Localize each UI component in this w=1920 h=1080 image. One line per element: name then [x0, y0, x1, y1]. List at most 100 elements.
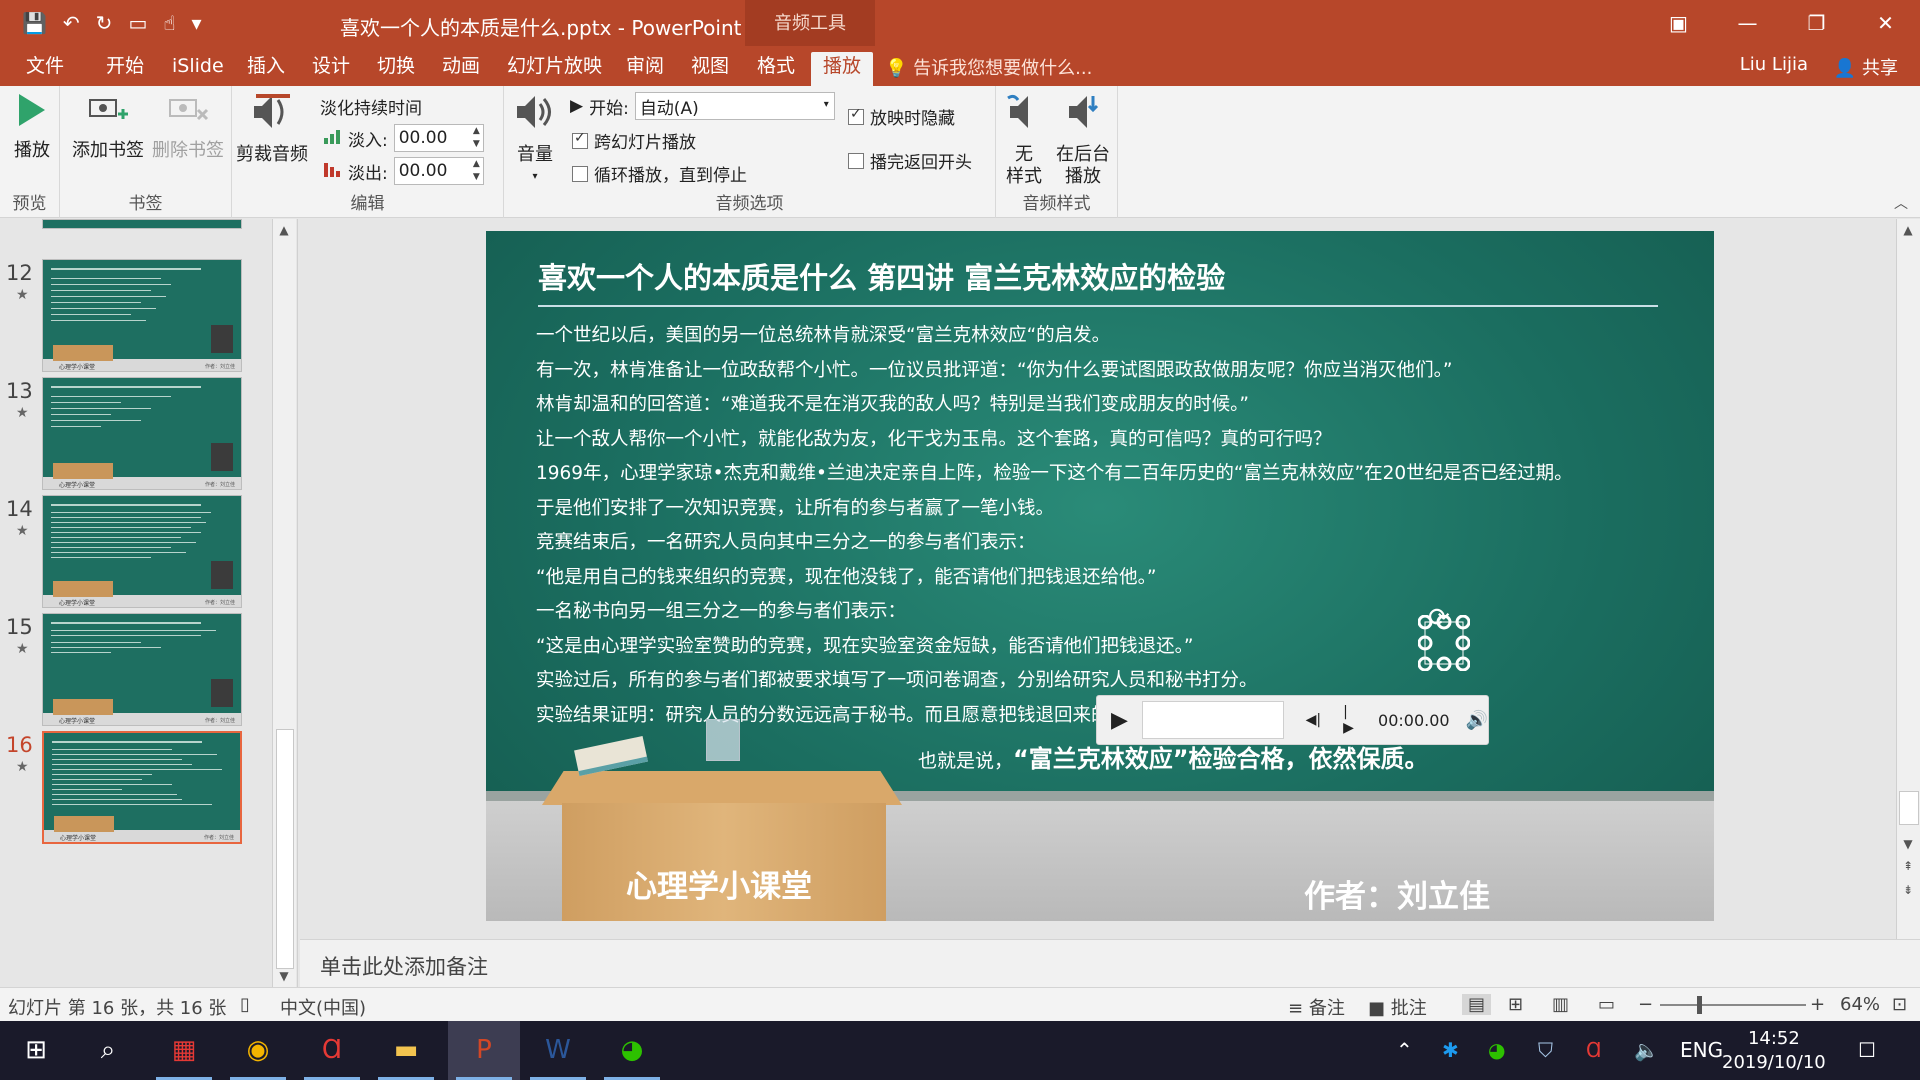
add-bookmark-button[interactable]: 添加书签 [70, 92, 146, 162]
loop-row[interactable]: 循环播放，直到停止 [572, 161, 747, 186]
player-forward-icon[interactable]: |▶ [1343, 704, 1356, 736]
slide-thumbnail-selected[interactable]: 心理学小课堂 作者：刘立佳 [42, 731, 242, 844]
normal-view-icon[interactable]: ▤ [1462, 994, 1492, 1015]
security-shield-icon[interactable]: ⛉ [1538, 1021, 1553, 1080]
zoom-in-icon[interactable]: + [1810, 994, 1825, 1015]
collapse-ribbon-icon[interactable]: ︿ [1894, 193, 1908, 213]
player-back-icon[interactable]: ◀| [1306, 712, 1321, 728]
play-in-background-button[interactable]: 在后台 播放 [1052, 92, 1114, 188]
across-slides-row[interactable]: 跨幻灯片播放 [572, 128, 696, 153]
tab-review[interactable]: 审阅 [626, 52, 664, 86]
trim-audio-button[interactable]: 剪裁音频 [234, 92, 310, 166]
scrollbar-thumb[interactable] [1899, 791, 1919, 825]
current-slide[interactable]: 喜欢一个人的本质是什么 第四讲 富兰克林效应的检验 一个世纪以后，美国的另一位总… [486, 231, 1714, 921]
editor-scrollbar[interactable]: ▲ ▼ ⇞ ⇟ [1896, 219, 1920, 939]
tab-slideshow[interactable]: 幻灯片放映 [507, 52, 602, 86]
tab-design[interactable]: 设计 [312, 52, 350, 86]
fit-to-window-icon[interactable]: ⊡ [1892, 994, 1907, 1015]
slideshow-view-icon[interactable]: ▭ [1598, 994, 1615, 1015]
tab-view[interactable]: 视图 [691, 52, 729, 86]
thumbnail-scrollbar[interactable]: ▲ ▼ [272, 219, 296, 987]
tab-insert[interactable]: 插入 [247, 52, 285, 86]
close-button[interactable]: ✕ [1851, 0, 1920, 46]
thumbnail-item-15[interactable]: 15 ★ 心理学小课堂 作者：刘立佳 [0, 613, 270, 733]
play-button[interactable]: 播放 [10, 92, 54, 162]
tell-me-search[interactable]: 💡 告诉我您想要做什么... [885, 54, 1092, 80]
scroll-up-icon[interactable]: ▲ [1897, 223, 1919, 237]
hide-during-show-row[interactable]: 放映时隐藏 [848, 104, 955, 129]
fade-in-input[interactable]: 00.00 ▲ ▼ [393, 124, 484, 152]
tab-file[interactable]: 文件 [26, 52, 64, 86]
slide-thumbnail[interactable]: 心理学小课堂 作者：刘立佳 [42, 613, 242, 726]
adobe-reader-icon[interactable]: Ɑ [296, 1021, 368, 1080]
reading-view-icon[interactable]: ▥ [1552, 994, 1569, 1015]
zoom-level[interactable]: 64% [1840, 994, 1880, 1015]
tab-home[interactable]: 开始 [106, 52, 144, 86]
previous-slide-icon[interactable]: ⇞ [1897, 859, 1919, 873]
wechat-icon[interactable]: ◕ [596, 1021, 668, 1080]
player-play-icon[interactable]: ▶ [1111, 708, 1128, 733]
scroll-down-icon[interactable]: ▼ [1897, 837, 1919, 851]
slide-sorter-icon[interactable]: ⊞ [1508, 994, 1523, 1015]
player-progress-bar[interactable] [1141, 701, 1284, 739]
rewind-checkbox[interactable] [848, 152, 864, 169]
slide-thumbnail[interactable]: 心理学小课堂 作者：刘立佳 [42, 495, 242, 608]
loop-checkbox[interactable] [572, 165, 588, 182]
notes-pane[interactable]: 单击此处添加备注 [300, 939, 1920, 987]
speaker-icon[interactable]: 🔈 [1634, 1021, 1659, 1080]
start-button-icon[interactable]: ⊞ [0, 1021, 72, 1080]
fade-out-input[interactable]: 00.00 ▲ ▼ [393, 157, 484, 185]
minimize-button[interactable]: — [1713, 0, 1782, 46]
wechat-tray-icon[interactable]: ◕ [1488, 1021, 1505, 1080]
restore-button[interactable]: ❐ [1782, 0, 1851, 46]
tab-playback[interactable]: 播放 [811, 52, 874, 86]
notes-toggle[interactable]: ≡ 备注 [1288, 994, 1345, 1020]
powerpoint-icon[interactable]: P [448, 1021, 520, 1080]
redo-icon[interactable]: ↻ [96, 8, 113, 38]
rewind-row[interactable]: 播完返回开头 [848, 148, 972, 173]
no-style-button[interactable]: 无 样式 [1000, 92, 1048, 188]
tab-transitions[interactable]: 切换 [377, 52, 415, 86]
thumbnail-item-13[interactable]: 13 ★ 心理学小课堂 作者：刘立佳 [0, 377, 270, 497]
zoom-slider-knob[interactable] [1697, 996, 1702, 1014]
volume-button[interactable]: 音量 ▾ [512, 92, 558, 188]
bluetooth-icon[interactable]: ✱ [1442, 1021, 1459, 1080]
customize-qat-icon[interactable]: ▾ [192, 8, 202, 38]
scroll-up-icon[interactable]: ▲ [273, 223, 295, 237]
word-icon[interactable]: W [522, 1021, 594, 1080]
scrollbar-thumb[interactable] [276, 729, 294, 969]
audio-icon-selection[interactable] [1418, 615, 1470, 671]
language-indicator[interactable]: 中文(中国) [280, 994, 366, 1020]
next-slide-icon[interactable]: ⇟ [1897, 883, 1919, 897]
zoom-out-icon[interactable]: − [1638, 994, 1653, 1015]
touch-mode-icon[interactable]: ☝ [163, 8, 175, 38]
thumbnail-item-14[interactable]: 14 ★ 心理学小课堂 作者：刘立佳 [0, 495, 270, 615]
tab-islide[interactable]: iSlide [172, 52, 224, 86]
comments-toggle[interactable]: ■ 批注 [1368, 994, 1427, 1020]
file-explorer-icon[interactable]: ▬ [370, 1021, 442, 1080]
input-language[interactable]: ENG [1680, 1021, 1723, 1080]
slide-title[interactable]: 喜欢一个人的本质是什么 第四讲 富兰克林效应的检验 [538, 255, 1225, 297]
tab-animations[interactable]: 动画 [442, 52, 480, 86]
thumbnail-item-12[interactable]: 12 ★ 心理学小课堂 作者：刘立佳 [0, 259, 270, 379]
notifications-icon[interactable]: ☐ [1858, 1021, 1876, 1080]
scroll-down-icon[interactable]: ▼ [273, 969, 295, 983]
undo-icon[interactable]: ↶ [63, 8, 80, 38]
slide-thumbnail[interactable]: 心理学小课堂 作者：刘立佳 [42, 259, 242, 372]
across-slides-checkbox[interactable] [572, 130, 588, 149]
tab-format[interactable]: 格式 [757, 52, 795, 86]
search-icon[interactable]: ⌕ [72, 1021, 144, 1080]
user-name[interactable]: Liu Lijia [1740, 54, 1808, 75]
hide-during-show-checkbox[interactable] [848, 106, 864, 125]
save-icon[interactable]: 💾 [22, 8, 47, 38]
screen-recorder-icon[interactable]: ▦ [148, 1021, 220, 1080]
system-clock[interactable]: 14:52 2019/10/10 [1722, 1027, 1826, 1075]
spellcheck-icon[interactable]: ▯ [240, 994, 250, 1015]
fade-in-spinner-icon[interactable]: ▲ ▼ [473, 125, 480, 151]
slide-thumbnail[interactable]: 心理学小课堂 作者：刘立佳 [42, 377, 242, 490]
delete-bookmark-button[interactable]: 删除书签 [150, 92, 226, 162]
start-select[interactable]: 自动(A) ▾ [634, 92, 835, 120]
slide-thumbnail-partial[interactable] [42, 219, 242, 229]
player-volume-icon[interactable]: 🔊 [1466, 710, 1488, 731]
fade-out-spinner-icon[interactable]: ▲ ▼ [473, 158, 480, 184]
